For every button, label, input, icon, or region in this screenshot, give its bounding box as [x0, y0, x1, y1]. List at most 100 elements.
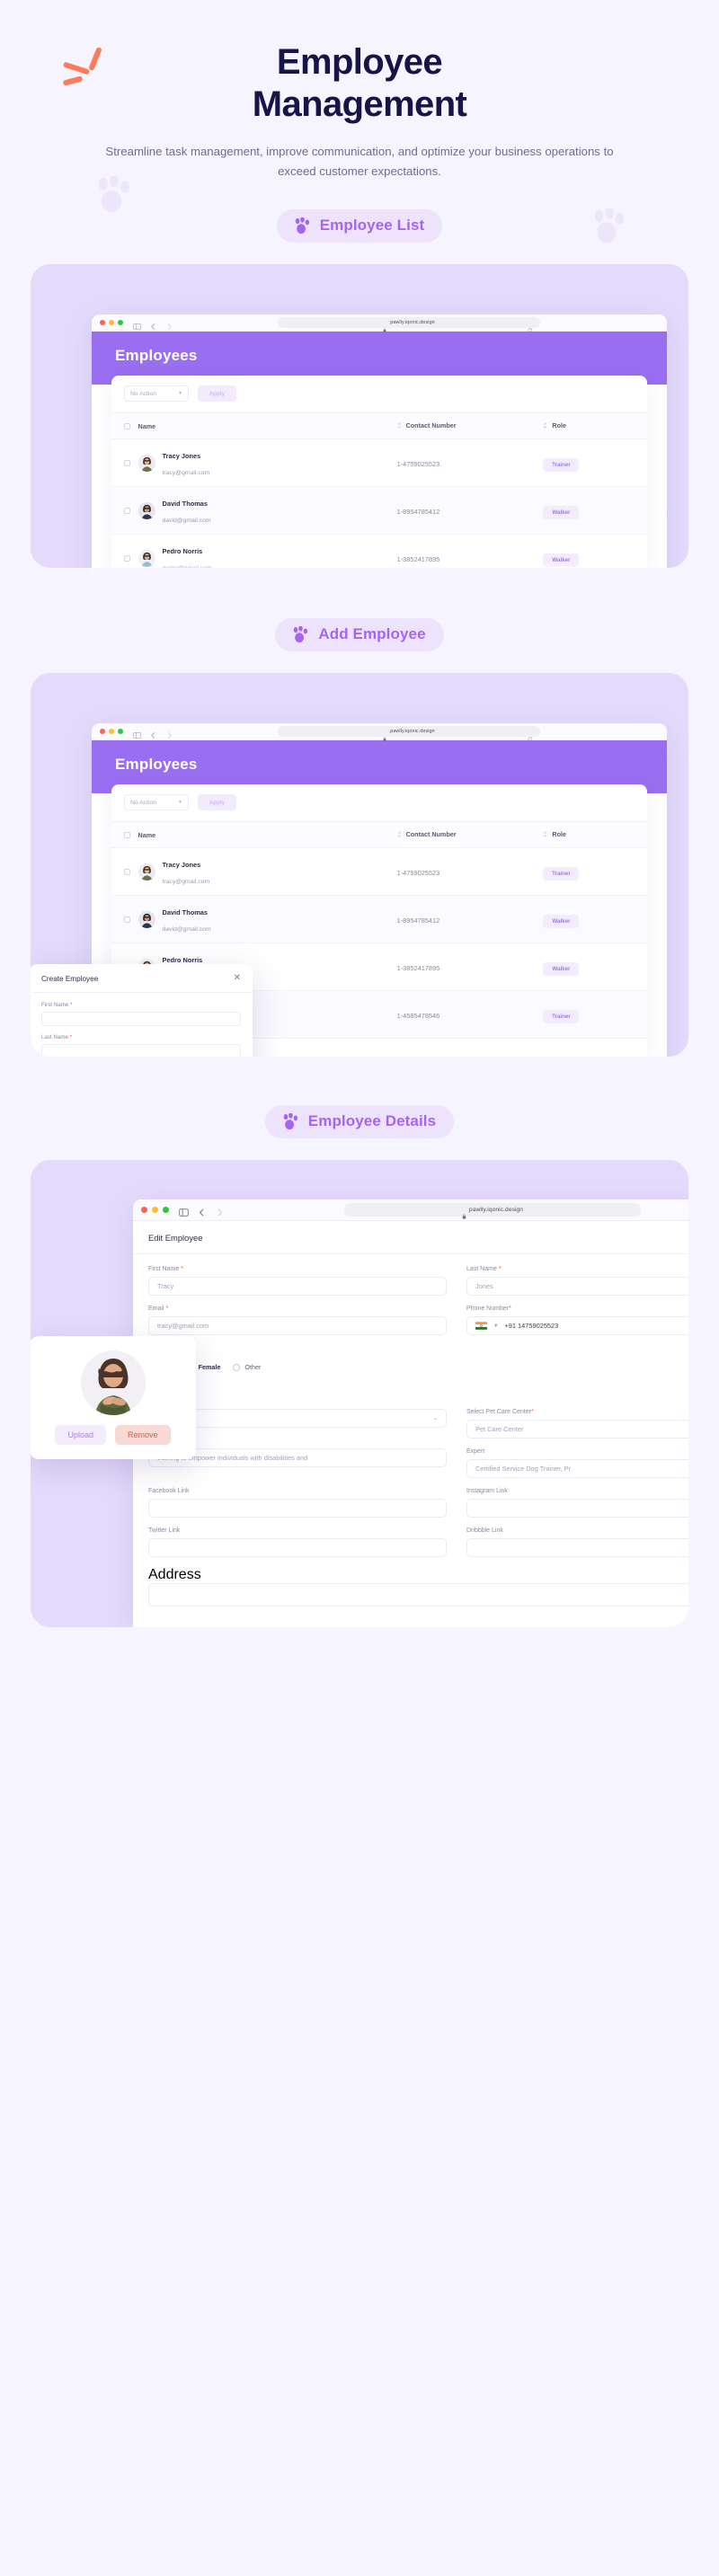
column-header-name[interactable]: Name: [138, 821, 397, 849]
row-checkbox[interactable]: [124, 507, 130, 514]
cell-name: David Thomas david@gmail.com: [138, 895, 397, 944]
cell-contact: 1-3852417895: [396, 943, 544, 992]
maximize-window-button[interactable]: [163, 1207, 169, 1214]
select-all-checkbox[interactable]: [124, 422, 130, 429]
app-header-title: Employees: [115, 347, 198, 365]
avatar: [138, 454, 155, 472]
sidebar-toggle-icon[interactable]: [133, 728, 141, 739]
chevron-down-icon[interactable]: ⌄: [433, 1415, 438, 1421]
bulk-action-select[interactable]: No Action ▼: [124, 385, 189, 403]
close-window-button[interactable]: [100, 729, 105, 735]
maximize-window-button[interactable]: [118, 729, 123, 735]
input-phone[interactable]: ▼ +91 14759025523: [466, 1316, 688, 1336]
address-bar[interactable]: pawlly.iqonic.design: [278, 317, 540, 332]
sidebar-toggle-icon[interactable]: [133, 319, 141, 330]
role-badge: Walker: [543, 961, 580, 976]
field-pet-care-center: Select Pet Care Center* Pet Care Center: [466, 1409, 688, 1439]
window-controls[interactable]: [100, 729, 123, 735]
apply-button[interactable]: Apply: [198, 794, 237, 811]
input-twitter[interactable]: [148, 1538, 447, 1558]
address-bar[interactable]: pawlly.iqonic.design: [278, 726, 540, 741]
table-row[interactable]: David Thomas david@gmail.com 1-895478541…: [111, 895, 647, 944]
table-row[interactable]: David Thomas david@gmail.com 1-895478541…: [111, 486, 647, 536]
field-phone: Phone Number* ▼ +91 14759025523: [466, 1306, 688, 1336]
section-badge-employee-list: Employee List: [276, 209, 443, 243]
minimize-window-button[interactable]: [152, 1207, 158, 1214]
browser-toolbar: pawlly.iqonic.design: [92, 723, 667, 741]
table-row[interactable]: Tracy Jones tracy@gmail.com 1-4759025523…: [111, 847, 647, 897]
remove-button[interactable]: Remove: [115, 1425, 171, 1446]
minimize-window-button[interactable]: [109, 729, 114, 735]
radio-other[interactable]: Other: [233, 1363, 261, 1371]
input-dribbble[interactable]: [466, 1538, 688, 1558]
required-mark: *: [70, 1002, 73, 1009]
row-select-cell: [111, 438, 138, 488]
address-bar[interactable]: pawlly.iqonic.design: [344, 1203, 641, 1219]
close-window-button[interactable]: [100, 320, 105, 326]
column-header-role[interactable]: Role: [543, 821, 647, 849]
employee-phone: 1-4585478546: [396, 1012, 440, 1021]
reload-icon[interactable]: [528, 321, 532, 332]
back-icon[interactable]: [149, 319, 157, 330]
cell-role: Walker: [543, 943, 647, 992]
browser-toolbar: pawlly.iqonic.design: [133, 1199, 688, 1222]
input-email[interactable]: tracy@gmail.com: [148, 1316, 447, 1336]
url-text: pawlly.iqonic.design: [468, 1207, 524, 1214]
label-last-name: Last Name *: [466, 1266, 502, 1273]
chevron-down-icon[interactable]: ▼: [493, 1323, 498, 1329]
input-first-name[interactable]: [41, 1012, 241, 1027]
required-mark: *: [165, 1306, 169, 1313]
input-last-name[interactable]: Jones: [466, 1277, 688, 1297]
column-header-contact[interactable]: Contact Number: [396, 821, 544, 849]
section-badge-employee-list-wrap: Employee List: [0, 209, 719, 243]
sidebar-toggle-icon[interactable]: [179, 1206, 189, 1217]
close-window-button[interactable]: [141, 1207, 147, 1214]
cell-contact: 1-4759025523: [396, 847, 544, 897]
sort-icon[interactable]: [543, 422, 548, 429]
input-facebook[interactable]: [148, 1499, 447, 1518]
section-badge-add-employee-wrap: Add Employee: [0, 618, 719, 652]
row-checkbox[interactable]: [124, 868, 130, 875]
window-controls[interactable]: [100, 320, 123, 326]
minimize-window-button[interactable]: [109, 320, 114, 326]
input-last-name[interactable]: [41, 1044, 241, 1058]
row-checkbox[interactable]: [124, 459, 130, 466]
required-mark: *: [69, 1034, 73, 1041]
bulk-action-select[interactable]: No Action ▼: [124, 794, 189, 811]
panel-add-employee: pawlly.iqonic.design Employees No Action…: [31, 673, 688, 1058]
input-instagram[interactable]: [466, 1499, 688, 1518]
sort-icon[interactable]: [396, 422, 402, 429]
input-address[interactable]: [148, 1583, 688, 1607]
app-header-title: Employees: [115, 756, 198, 774]
forward-icon[interactable]: [165, 319, 173, 330]
column-header-name[interactable]: Name: [138, 412, 397, 440]
input-pet-care-center[interactable]: Pet Care Center: [466, 1420, 688, 1439]
reload-icon[interactable]: [528, 730, 532, 741]
close-icon[interactable]: ✕: [234, 974, 241, 983]
column-label-name: Name: [138, 830, 156, 839]
forward-icon[interactable]: [165, 728, 173, 739]
column-header-role[interactable]: Role: [543, 412, 647, 440]
input-first-name[interactable]: Tracy: [148, 1277, 447, 1297]
table-row[interactable]: Tracy Jones tracy@gmail.com 1-4759025523…: [111, 438, 647, 488]
upload-button[interactable]: Upload: [55, 1425, 106, 1446]
paw-icon: [291, 624, 309, 643]
column-label-contact: Contact Number: [405, 421, 457, 430]
forward-icon[interactable]: [215, 1206, 223, 1217]
sort-icon[interactable]: [396, 831, 402, 838]
label-instagram: Instagram Link: [466, 1488, 508, 1495]
maximize-window-button[interactable]: [118, 320, 123, 326]
column-header-contact[interactable]: Contact Number: [396, 412, 544, 440]
role-badge: Trainer: [543, 866, 580, 881]
window-controls[interactable]: [141, 1207, 169, 1214]
employee-name: David Thomas: [162, 908, 209, 917]
apply-button[interactable]: Apply: [198, 385, 237, 403]
input-expert[interactable]: Certified Service Dog Trainer, Pr: [466, 1459, 688, 1479]
back-icon[interactable]: [149, 728, 157, 739]
field-facebook: Facebook Link: [148, 1488, 447, 1518]
sort-icon[interactable]: [543, 831, 548, 838]
row-checkbox[interactable]: [124, 916, 130, 923]
back-icon[interactable]: [197, 1206, 205, 1217]
field-last-name: Last Name * Jones: [466, 1266, 688, 1297]
select-all-checkbox[interactable]: [124, 831, 130, 838]
